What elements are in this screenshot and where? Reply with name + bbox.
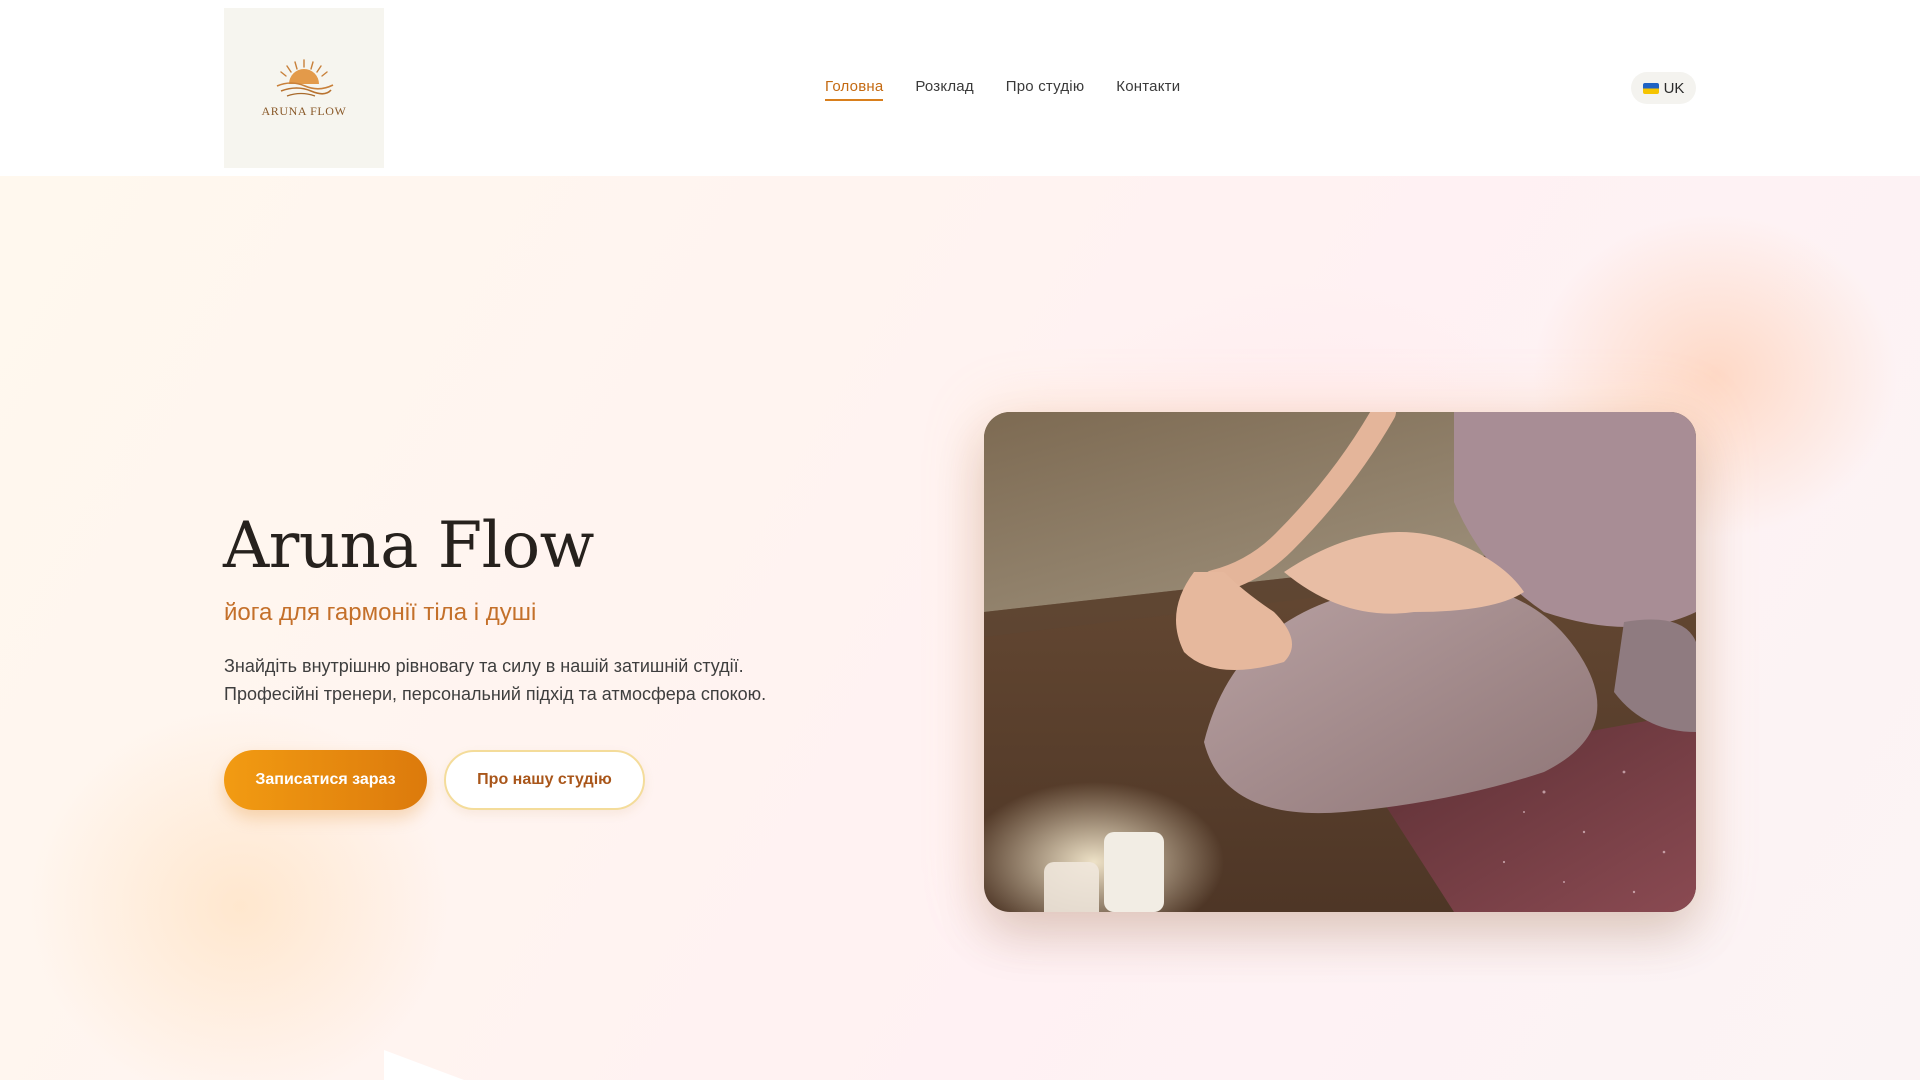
language-switcher[interactable]: UK xyxy=(1631,72,1696,104)
main-nav: Головна Розклад Про студію Контакти xyxy=(825,78,1180,101)
book-now-button[interactable]: Записатися зараз xyxy=(224,750,427,810)
logo[interactable]: ARUNA FLOW xyxy=(224,8,384,168)
ukraine-flag-icon xyxy=(1642,82,1659,94)
language-label: UK xyxy=(1663,79,1685,97)
sun-logo-icon xyxy=(276,58,334,97)
site-header: ARUNA FLOW Головна Розклад Про студію Ко… xyxy=(0,0,1920,176)
hero-subtitle: йога для гармонії тіла і душі xyxy=(224,599,537,626)
hero-title: Aruna Flow xyxy=(223,509,594,583)
yoga-meditation-illustration xyxy=(984,412,1696,912)
decorative-shape xyxy=(384,1050,544,1080)
hero-description: Знайдіть внутрішню рівновагу та силу в н… xyxy=(224,652,844,708)
hero-description-line: Знайдіть внутрішню рівновагу та силу в н… xyxy=(224,656,744,676)
nav-item-home[interactable]: Головна xyxy=(825,78,884,101)
nav-item-schedule[interactable]: Розклад xyxy=(915,78,973,101)
hero-section: Aruna Flow йога для гармонії тіла і душі… xyxy=(0,176,1920,1080)
nav-item-contacts[interactable]: Контакти xyxy=(1116,78,1180,101)
hero-yoga-image xyxy=(984,412,1696,912)
hero-description-line: Професійні тренери, персональний підхід … xyxy=(224,684,767,704)
logo-text: ARUNA FLOW xyxy=(261,103,347,118)
about-studio-button[interactable]: Про нашу студію xyxy=(444,750,645,810)
nav-item-about[interactable]: Про студію xyxy=(1006,78,1085,101)
